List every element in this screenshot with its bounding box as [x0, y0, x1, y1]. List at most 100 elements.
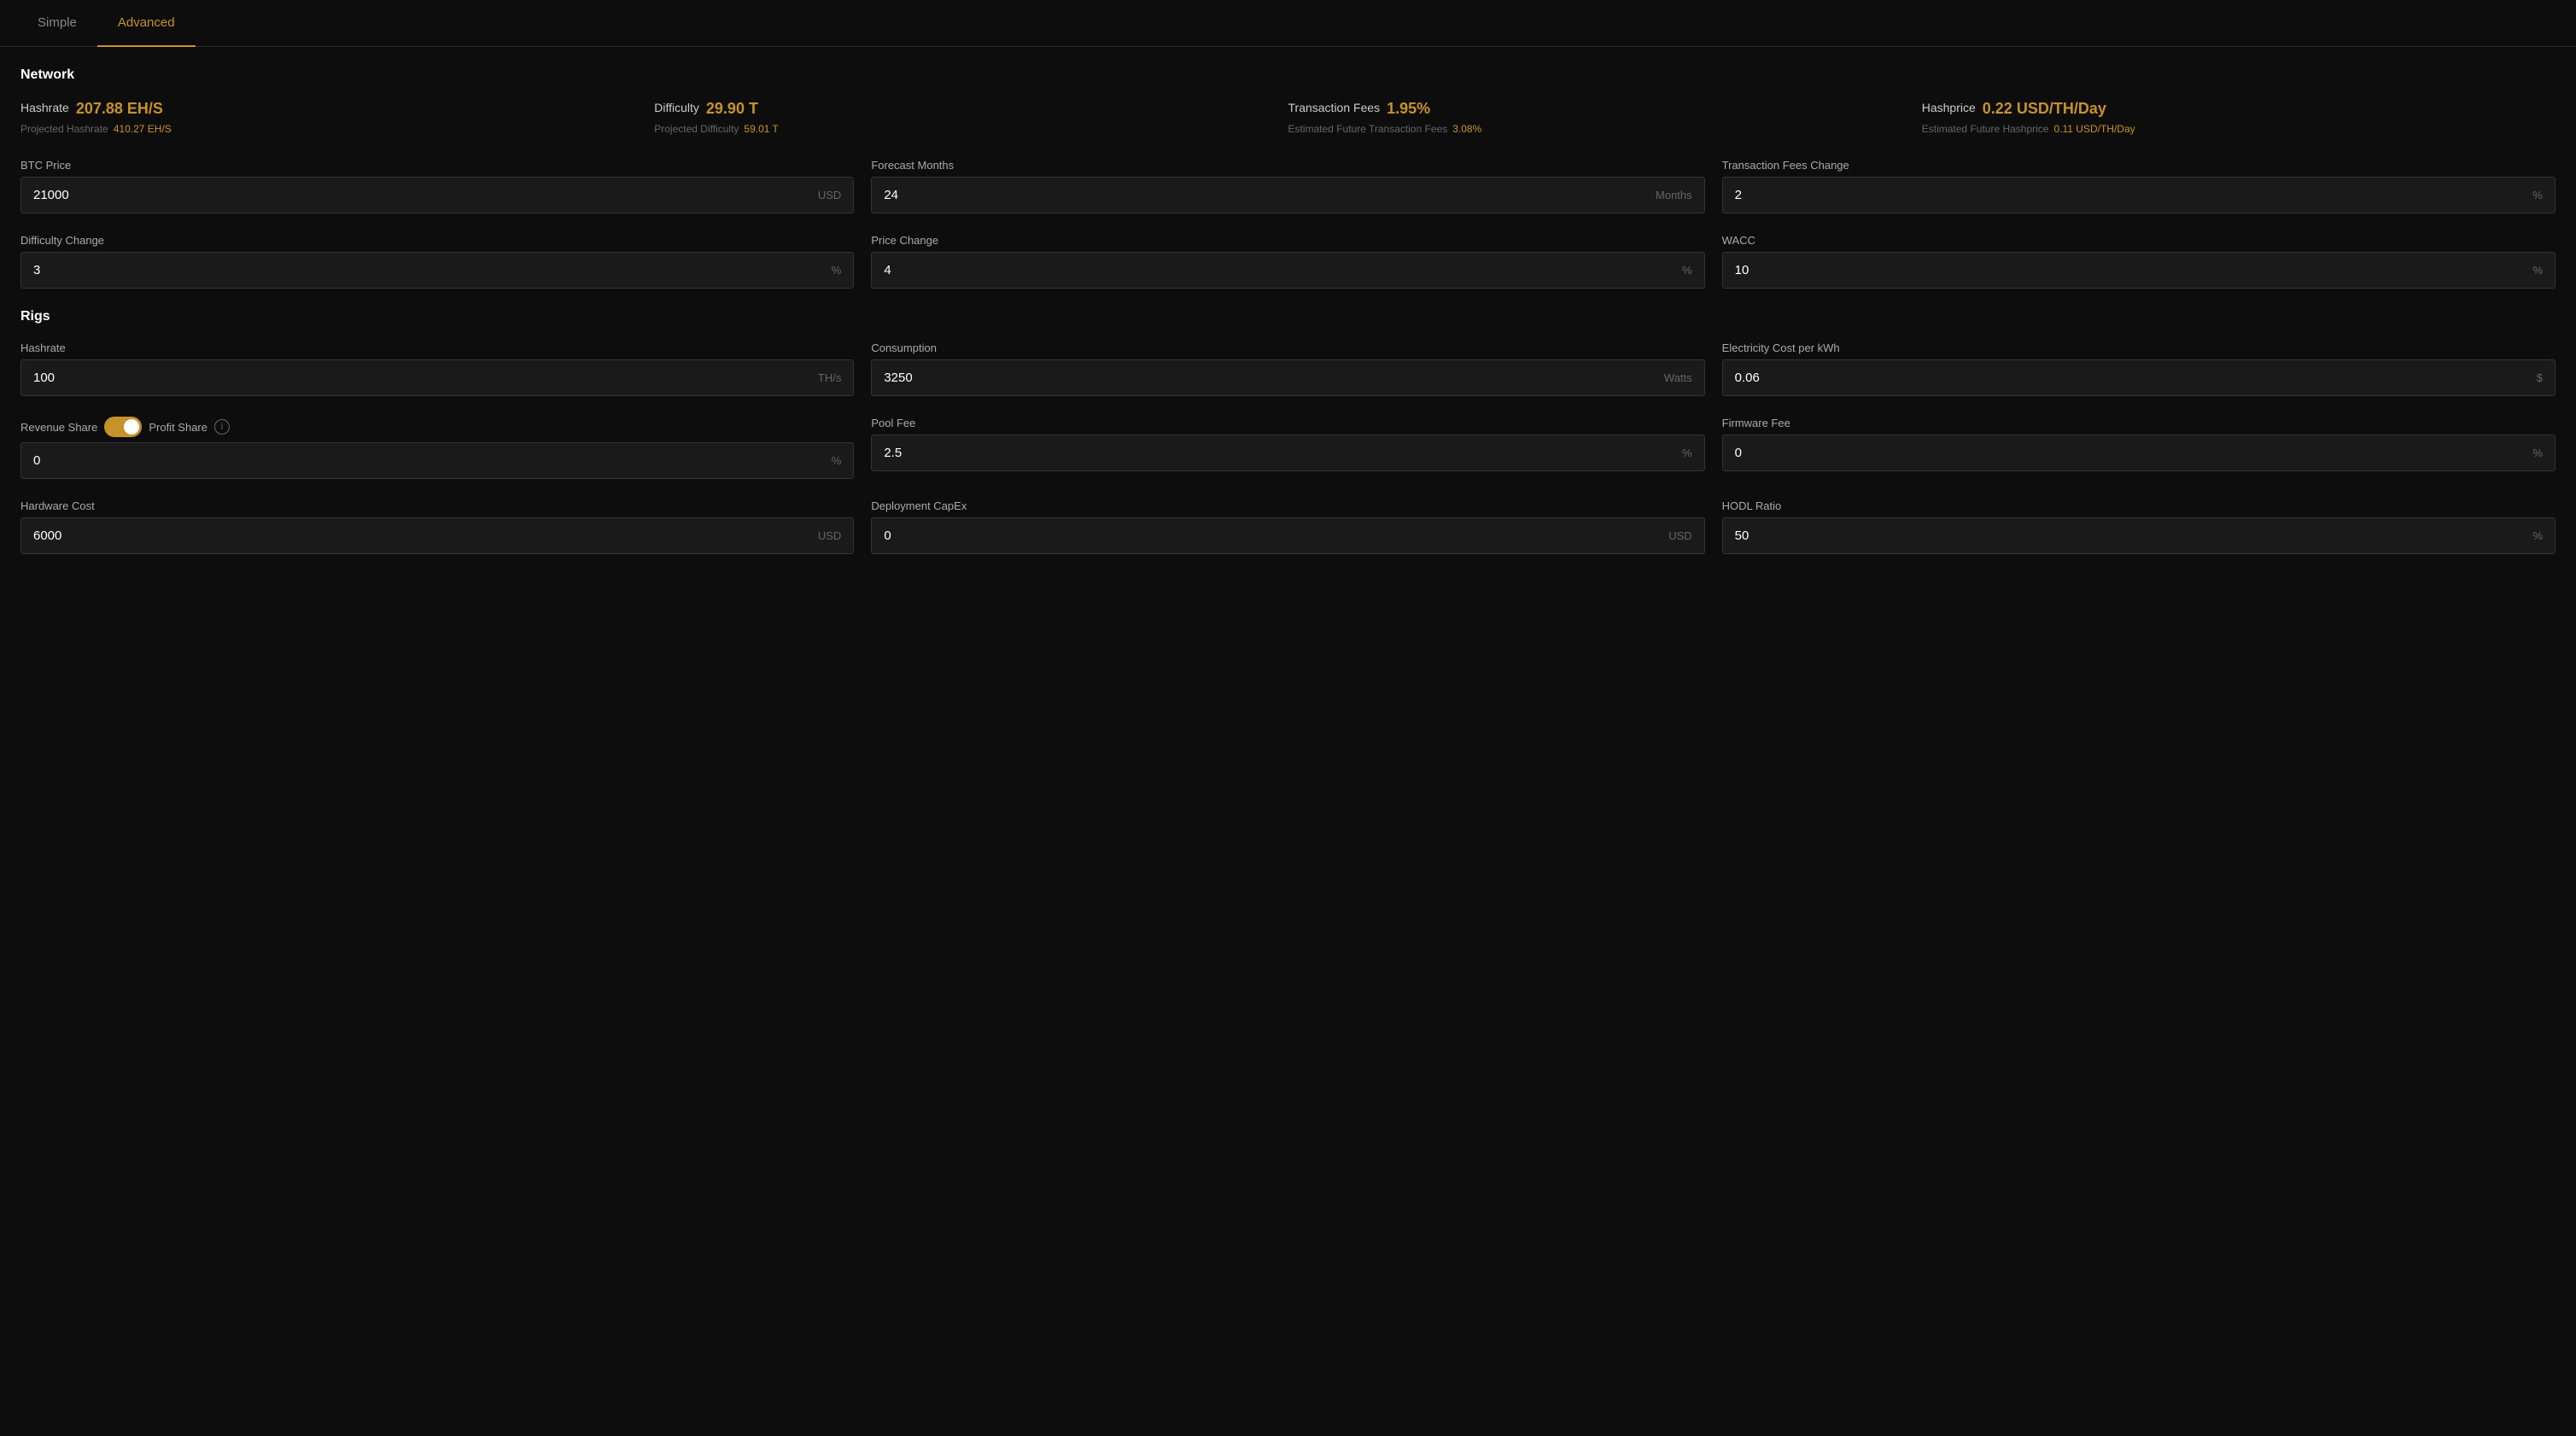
electricity-cost-input[interactable]	[1723, 360, 2525, 395]
consumption-input-wrapper: Watts	[871, 359, 1704, 396]
deployment-capex-unit: USD	[1656, 529, 1703, 542]
rig-hashrate-group: Hashrate TH/s	[20, 341, 854, 396]
consumption-unit: Watts	[1652, 371, 1704, 384]
future-tx-fees-value: 3.08%	[1452, 123, 1481, 135]
hardware-cost-input-wrapper: USD	[20, 517, 854, 554]
rig-hashrate-input[interactable]	[21, 360, 806, 395]
pool-fee-input-wrapper: %	[871, 435, 1704, 471]
btc-price-group: BTC Price USD	[20, 159, 854, 213]
difficulty-change-input-wrapper: %	[20, 252, 854, 289]
stat-hashprice: Hashprice 0.22 USD/TH/Day Estimated Futu…	[1922, 100, 2556, 135]
hodl-ratio-group: HODL Ratio %	[1722, 499, 2556, 554]
future-hashprice-value: 0.11 USD/TH/Day	[2053, 123, 2135, 135]
future-hashprice-label: Estimated Future Hashprice	[1922, 123, 2049, 135]
profit-share-label: Profit Share	[149, 421, 207, 434]
hodl-ratio-input[interactable]	[1723, 518, 2521, 553]
firmware-fee-unit: %	[2521, 447, 2555, 459]
forecast-row-1: BTC Price USD Forecast Months Months Tra…	[20, 159, 2556, 213]
wacc-input-wrapper: %	[1722, 252, 2556, 289]
future-tx-fees-label: Estimated Future Transaction Fees	[1288, 123, 1448, 135]
hardware-cost-input[interactable]	[21, 518, 806, 553]
forecast-months-label: Forecast Months	[871, 159, 1704, 172]
deployment-capex-group: Deployment CapEx USD	[871, 499, 1704, 554]
rig-hashrate-label: Hashrate	[20, 341, 854, 354]
tx-fees-value: 1.95%	[1387, 100, 1430, 118]
revenue-share-toggle[interactable]	[104, 417, 142, 437]
tab-simple[interactable]: Simple	[17, 0, 97, 47]
rigs-title: Rigs	[20, 309, 2556, 324]
projected-difficulty-value: 59.01 T	[744, 123, 778, 135]
difficulty-label: Difficulty	[654, 101, 699, 114]
firmware-fee-group: Firmware Fee %	[1722, 417, 2556, 479]
consumption-group: Consumption Watts	[871, 341, 1704, 396]
tx-fees-change-label: Transaction Fees Change	[1722, 159, 2556, 172]
wacc-input[interactable]	[1723, 253, 2521, 288]
difficulty-value: 29.90 T	[706, 100, 758, 118]
pool-fee-input[interactable]	[872, 435, 1670, 470]
pool-fee-unit: %	[1670, 447, 1704, 459]
hardware-cost-group: Hardware Cost USD	[20, 499, 854, 554]
revenue-share-pct-unit: %	[820, 454, 854, 467]
hardware-cost-label: Hardware Cost	[20, 499, 854, 512]
tx-fees-change-input-wrapper: %	[1722, 177, 2556, 213]
stat-difficulty: Difficulty 29.90 T Projected Difficulty …	[654, 100, 1288, 135]
electricity-cost-unit: $	[2525, 371, 2555, 384]
tx-fees-change-input[interactable]	[1723, 178, 2521, 213]
revenue-share-label: Revenue Share	[20, 421, 97, 434]
electricity-cost-input-wrapper: $	[1722, 359, 2556, 396]
rigs-row-1: Hashrate TH/s Consumption Watts Electric…	[20, 341, 2556, 396]
hashprice-label: Hashprice	[1922, 101, 1976, 114]
pool-fee-label: Pool Fee	[871, 417, 1704, 429]
hashprice-value: 0.22 USD/TH/Day	[1983, 100, 2106, 118]
pool-fee-group: Pool Fee %	[871, 417, 1704, 479]
tabs-container: Simple Advanced	[0, 0, 2576, 47]
hodl-ratio-label: HODL Ratio	[1722, 499, 2556, 512]
network-stats: Hashrate 207.88 EH/S Projected Hashrate …	[20, 100, 2556, 135]
price-change-input[interactable]	[872, 253, 1670, 288]
btc-price-input-wrapper: USD	[20, 177, 854, 213]
deployment-capex-input-wrapper: USD	[871, 517, 1704, 554]
tab-bar: Simple Advanced	[0, 0, 2576, 47]
revenue-share-label-row: Revenue Share Profit Share i	[20, 417, 854, 437]
forecast-months-unit: Months	[1644, 189, 1704, 201]
hodl-ratio-input-wrapper: %	[1722, 517, 2556, 554]
price-change-label: Price Change	[871, 234, 1704, 247]
deployment-capex-input[interactable]	[872, 518, 1656, 553]
projected-hashrate-label: Projected Hashrate	[20, 123, 108, 135]
consumption-label: Consumption	[871, 341, 1704, 354]
hashrate-value: 207.88 EH/S	[76, 100, 163, 118]
electricity-cost-label: Electricity Cost per kWh	[1722, 341, 2556, 354]
btc-price-input[interactable]	[21, 178, 806, 213]
forecast-months-group: Forecast Months Months	[871, 159, 1704, 213]
firmware-fee-input[interactable]	[1723, 435, 2521, 470]
wacc-label: WACC	[1722, 234, 2556, 247]
tx-fees-change-unit: %	[2521, 189, 2555, 201]
hardware-cost-unit: USD	[806, 529, 853, 542]
rig-hashrate-input-wrapper: TH/s	[20, 359, 854, 396]
rigs-section: Rigs Hashrate TH/s Consumption Watts Ele…	[20, 309, 2556, 554]
firmware-fee-label: Firmware Fee	[1722, 417, 2556, 429]
tx-fees-label: Transaction Fees	[1288, 101, 1381, 114]
revenue-share-group: Revenue Share Profit Share i %	[20, 417, 854, 479]
tab-advanced[interactable]: Advanced	[97, 0, 196, 47]
price-change-input-wrapper: %	[871, 252, 1704, 289]
forecast-months-input-wrapper: Months	[871, 177, 1704, 213]
rig-hashrate-unit: TH/s	[806, 371, 853, 384]
forecast-months-input[interactable]	[872, 178, 1644, 213]
rigs-row-3: Hardware Cost USD Deployment CapEx USD H…	[20, 499, 2556, 554]
price-change-group: Price Change %	[871, 234, 1704, 289]
profit-share-info-icon[interactable]: i	[214, 419, 230, 435]
forecast-row-2: Difficulty Change % Price Change % WACC …	[20, 234, 2556, 289]
wacc-group: WACC %	[1722, 234, 2556, 289]
electricity-cost-group: Electricity Cost per kWh $	[1722, 341, 2556, 396]
revenue-share-pct-input[interactable]	[21, 443, 820, 478]
deployment-capex-label: Deployment CapEx	[871, 499, 1704, 512]
wacc-unit: %	[2521, 264, 2555, 277]
consumption-input[interactable]	[872, 360, 1652, 395]
network-title: Network	[20, 67, 2556, 83]
difficulty-change-input[interactable]	[21, 253, 820, 288]
hodl-ratio-unit: %	[2521, 529, 2555, 542]
rigs-row-2: Revenue Share Profit Share i % Pool Fee …	[20, 417, 2556, 479]
hashrate-label: Hashrate	[20, 101, 69, 114]
btc-price-unit: USD	[806, 189, 853, 201]
